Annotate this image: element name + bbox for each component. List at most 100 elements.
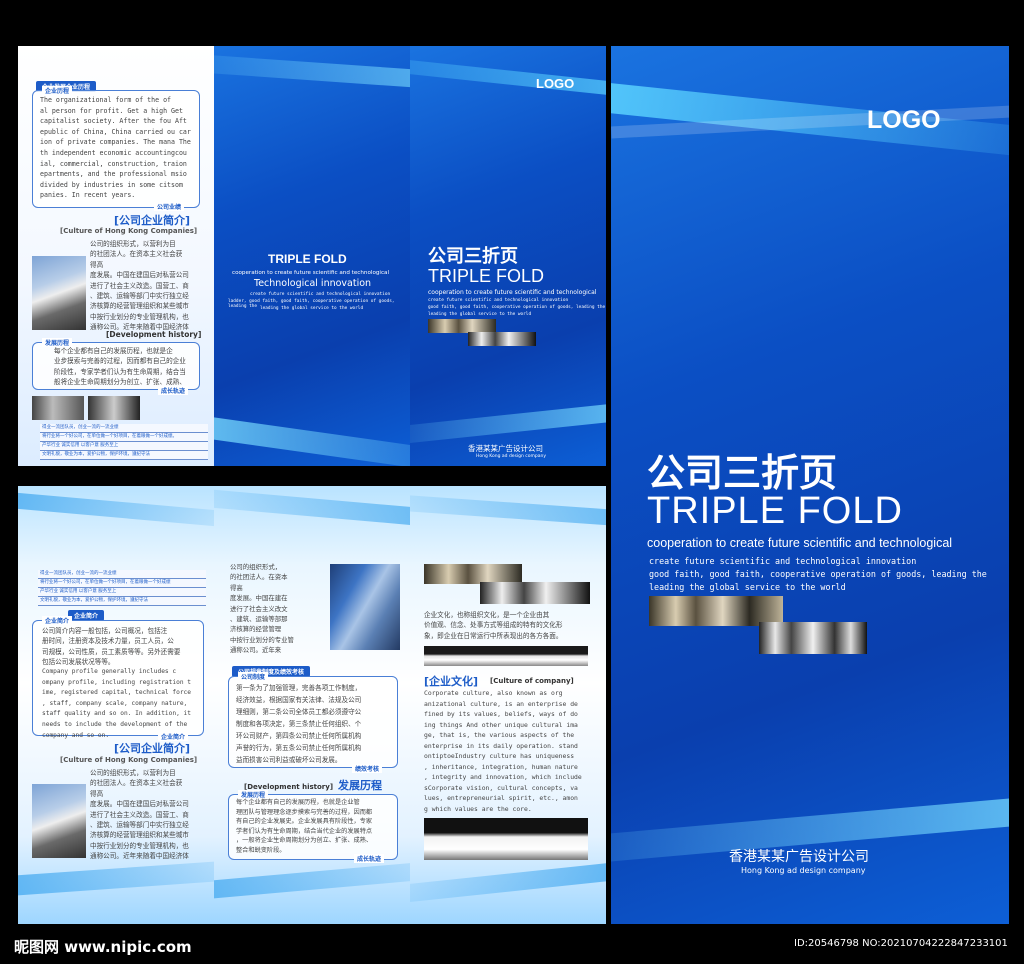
- box-tag: 成长轨迹: [354, 854, 385, 863]
- cover-line-1: cooperation to create future scientific …: [647, 536, 953, 550]
- intro-text: 公司的组织形式，以营利为目 的社团法人。在资本主义社会获 得高度发展。中国在建国后对…: [90, 239, 208, 333]
- text-line: 声誉的行为，第五条公司禁止任何所属机构: [236, 744, 362, 752]
- building-photo: [468, 332, 536, 346]
- list-item: 将行业将一个好公司，在单位做一个好项目，在着眼做一个好成绩: [38, 579, 206, 588]
- building-photo: [424, 564, 522, 584]
- text-line: al person for profit. Get a high Get: [40, 106, 183, 115]
- office-photo: [330, 564, 400, 650]
- light-stripe: [410, 58, 606, 100]
- cover-title-cn: 公司三折页: [647, 451, 838, 495]
- text-line: anizational culture, is an enterprise de: [424, 699, 578, 708]
- panel-line-4: leading the global service to the world: [428, 312, 532, 317]
- text-line: ompany profile, including registration t: [42, 678, 192, 686]
- light-stripe: [214, 488, 410, 529]
- bottom-wave: [214, 859, 410, 900]
- section-title-cn: [公司企业简介]: [114, 214, 191, 227]
- text-line: 进行了社会主义改造。国营工、商: [90, 281, 189, 290]
- text-line: 济核算的经营管理组织和某些城市: [90, 831, 189, 840]
- list-item: 得业一流团队员，创业一流的一流业绩: [40, 424, 208, 433]
- text-line: 业步摸索与完善的过程，因而都有自己的企业: [54, 357, 186, 366]
- text-line: capitalist society. After the fou Aft: [40, 117, 187, 126]
- building-photo: [480, 582, 590, 604]
- text-line: 、建筑、运输等部门中实行独立经: [90, 821, 189, 830]
- text-line: 的社团法人。在资本: [230, 573, 288, 582]
- box-tag: 绩效考核: [352, 764, 383, 773]
- list-item: 文明礼貌，敬业为本，爱护公物，保护环境，遵纪守法: [38, 597, 206, 606]
- box-tag: 公司业绩: [154, 202, 185, 211]
- dev-text: 每个企业都有自己的发展历程，也就是企业管 理团队与管理理念逐步摸索与完善的过程，因…: [236, 798, 400, 856]
- cover-line-3: good faith, good faith, cooperative oper…: [649, 569, 987, 579]
- text-line: 册时间，注册资本及技术力量，员工人员，公: [42, 637, 174, 646]
- bottom-wave: [18, 859, 214, 896]
- panel-title: TRIPLE FOLD: [268, 252, 347, 266]
- text-line: lues, entrepreneurial spirit, etc., amon: [424, 794, 578, 802]
- text-line: epartments, and the professional msio: [40, 170, 187, 179]
- text-line: , staff, company scale, company nature,: [42, 699, 188, 707]
- bottom-wave: [410, 858, 606, 904]
- text-line: ial, commercial, construction, traion: [40, 159, 187, 168]
- panel-sub-3: create future scientific and technologic…: [250, 292, 391, 297]
- text-line: 经济效益，根据国家有关法律、法规及公司: [236, 696, 362, 704]
- cover-title-en: TRIPLE FOLD: [647, 490, 903, 532]
- text-line: fined by its values, beliefs, ways of do: [424, 710, 578, 718]
- motto-list: 得业一流团队员，创业一流的一流业绩 将行业将一个好公司，在单位做一个好项目，在着眼…: [40, 424, 208, 460]
- panel-line-2: create future scientific and technologic…: [428, 298, 569, 303]
- text-line: 的社团法人。在资本主义社会获: [90, 779, 183, 788]
- text-line: ontiptoeIndustry culture has uniqueness: [424, 752, 575, 760]
- text-line: 通称公司。近年来: [230, 646, 282, 655]
- dev-text: 每个企业都有自己的发展历程，也就是企 业步摸索与完善的过程，因而都有自己的企业 阶段…: [54, 346, 200, 388]
- text-line: 制度和各项决定，第三条禁止任何组织、个: [236, 720, 362, 728]
- panel-sub-5: leading the global service to the world: [260, 306, 364, 311]
- culture-text-en: Corporate culture, also known as org aniz…: [424, 688, 604, 814]
- text-line: 公司的组织形式，以营利为目: [90, 240, 176, 248]
- light-stripe: [214, 54, 410, 91]
- text-line: 有自己的企业发展史。企业发展具有阶段性，专家: [236, 818, 373, 826]
- building-photo: [32, 784, 86, 858]
- text-line: 每个企业都有自己的发展历程，也就是企业管: [236, 799, 360, 806]
- text-line: 得高: [90, 260, 104, 269]
- light-stripe: [18, 492, 214, 528]
- text-line: 的社团法人。在资本主义社会获: [90, 250, 183, 259]
- text-line: 度发展。中国在建国后对私营公司: [90, 800, 189, 809]
- text-line: 度发展。中国在建国后对私营公司: [90, 271, 189, 280]
- top-mid-panel: TRIPLE FOLD cooperation to create future…: [214, 46, 410, 466]
- bottom-wave: [410, 400, 606, 444]
- bottom-mid-panel: 公司的组织形式， 的社团法人。在资本 得高 度发展。中国在建在 进行了社会主义改文 、建筑…: [214, 486, 410, 924]
- text-line: ime, registered capital, technical force: [42, 689, 192, 697]
- history-text: The organizational form of the of al pers…: [40, 95, 200, 201]
- box-tag: 企业简介: [42, 616, 73, 625]
- building-photo: [428, 319, 496, 333]
- text-line: g which values are the core.: [424, 804, 532, 813]
- text-line: , inheritance, integration, human nature: [424, 762, 578, 771]
- logo: LOGO: [536, 76, 575, 91]
- cover-panel-right: LOGO 公司三折页 TRIPLE FOLD cooperation to cr…: [611, 46, 1009, 924]
- text-line: ，一般将企业生命周期划分为创立、扩张、成熟、: [236, 837, 373, 845]
- text-line: , integrity and innovation, which includ…: [424, 773, 582, 781]
- text-line: 济核算的经营管理组织和某些城市: [90, 302, 189, 311]
- text-line: 司规模，公司性质，员工素质等等。另外还需要: [42, 647, 181, 656]
- image-id: ID:20546798 NO:20210704222847233101: [794, 938, 1008, 949]
- panel-sub-1: cooperation to create future scientific …: [232, 270, 390, 276]
- intro-text-en: Company profile generally includes c ompa…: [42, 667, 206, 741]
- building-photo: [32, 256, 86, 330]
- panel-title-cn: 公司三折页: [428, 246, 518, 267]
- bottom-wave: [214, 416, 410, 466]
- top-left-panel: 企业发展企业历程 企业历程 The organizational form of…: [18, 46, 214, 466]
- list-item: 产华行业 诚实信用 以客户意 服务至上: [40, 442, 208, 451]
- text-line: 得高: [230, 583, 243, 592]
- text-line: 理细则，第二条公司全体员工都必须遵守公: [236, 708, 362, 716]
- light-stripe: [410, 494, 606, 529]
- text-line: 象，即企业在日常运行中所表现出的各方各面。: [424, 631, 563, 640]
- company-name-en: Hong Kong ad design company: [741, 866, 866, 875]
- section-title-en: [Culture of Hong Kong Companies]: [60, 227, 198, 235]
- text-line: ing things And other unique cultural ima: [424, 720, 578, 729]
- culture-title-en: [Culture of company]: [490, 677, 574, 685]
- text-line: 企业文化，也称组织文化，是一个企业由其: [424, 611, 550, 619]
- text-line: 通称公司。近年来随着中国经济体: [90, 852, 189, 861]
- culture-title-cn: [企业文化]: [424, 675, 479, 688]
- text-line: 中按行业划分的专业管理机构，也: [90, 841, 189, 850]
- company-name-cn: 香港某某广告设计公司: [468, 444, 543, 453]
- text-line: 环公司财产，第四条公司禁止任何所属机构: [236, 732, 362, 740]
- text-line: 进行了社会主义改文: [230, 604, 288, 613]
- logo: LOGO: [867, 106, 941, 134]
